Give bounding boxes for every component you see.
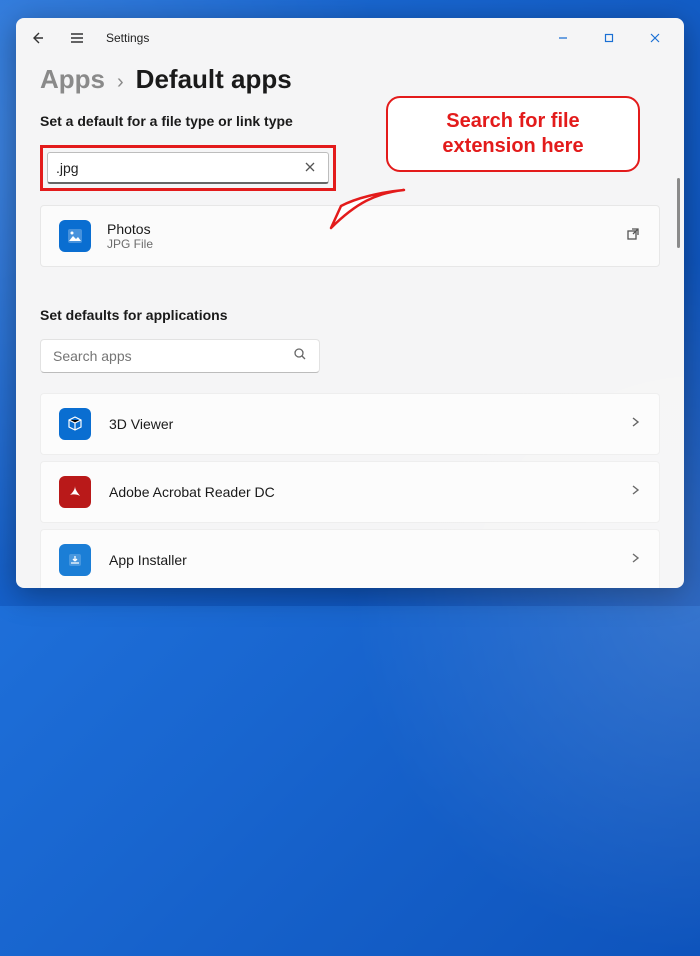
search-icon <box>293 347 307 366</box>
apps-section-label: Set defaults for applications <box>40 307 660 323</box>
chevron-right-icon <box>629 551 641 569</box>
3d-viewer-icon <box>59 408 91 440</box>
result-info: Photos JPG File <box>107 221 153 251</box>
breadcrumb: Apps › Default apps <box>40 64 660 95</box>
callout-tail <box>326 188 406 238</box>
chevron-right-icon: › <box>117 71 124 94</box>
apps-search-input[interactable] <box>53 348 293 364</box>
content-area: Apps › Default apps Set a default for a … <box>16 58 684 588</box>
window-title: Settings <box>106 31 149 45</box>
app-row-label: 3D Viewer <box>109 416 173 432</box>
titlebar: Settings <box>16 18 684 58</box>
window-controls <box>540 22 678 54</box>
minimize-button[interactable] <box>540 22 586 54</box>
close-button[interactable] <box>632 22 678 54</box>
page-title: Default apps <box>136 64 292 95</box>
scrollbar[interactable] <box>677 178 680 248</box>
settings-window: Settings Apps › Default apps Set a defau… <box>16 18 684 588</box>
app-row-label: App Installer <box>109 552 187 568</box>
result-subtitle: JPG File <box>107 237 153 251</box>
app-installer-icon <box>59 544 91 576</box>
annotation-highlight <box>40 145 336 191</box>
maximize-button[interactable] <box>586 22 632 54</box>
chevron-right-icon <box>629 415 641 433</box>
open-external-icon[interactable] <box>625 226 641 247</box>
filetype-search-field[interactable] <box>47 152 329 184</box>
photos-app-icon <box>59 220 91 252</box>
app-list: 3D Viewer Adobe Acrobat Reader DC <box>40 393 660 588</box>
app-row-3d-viewer[interactable]: 3D Viewer <box>40 393 660 455</box>
apps-search-field[interactable] <box>40 339 320 373</box>
app-row-app-installer[interactable]: App Installer <box>40 529 660 588</box>
annotation-callout: Search for file extension here <box>386 96 640 172</box>
breadcrumb-parent[interactable]: Apps <box>40 64 105 95</box>
chevron-right-icon <box>629 483 641 501</box>
app-row-label: Adobe Acrobat Reader DC <box>109 484 275 500</box>
back-button[interactable] <box>22 23 52 53</box>
result-app-name: Photos <box>107 221 153 237</box>
app-row-acrobat[interactable]: Adobe Acrobat Reader DC <box>40 461 660 523</box>
clear-icon[interactable] <box>300 160 320 176</box>
hamburger-menu-icon[interactable] <box>62 23 92 53</box>
filetype-search-input[interactable] <box>56 160 300 176</box>
acrobat-icon <box>59 476 91 508</box>
